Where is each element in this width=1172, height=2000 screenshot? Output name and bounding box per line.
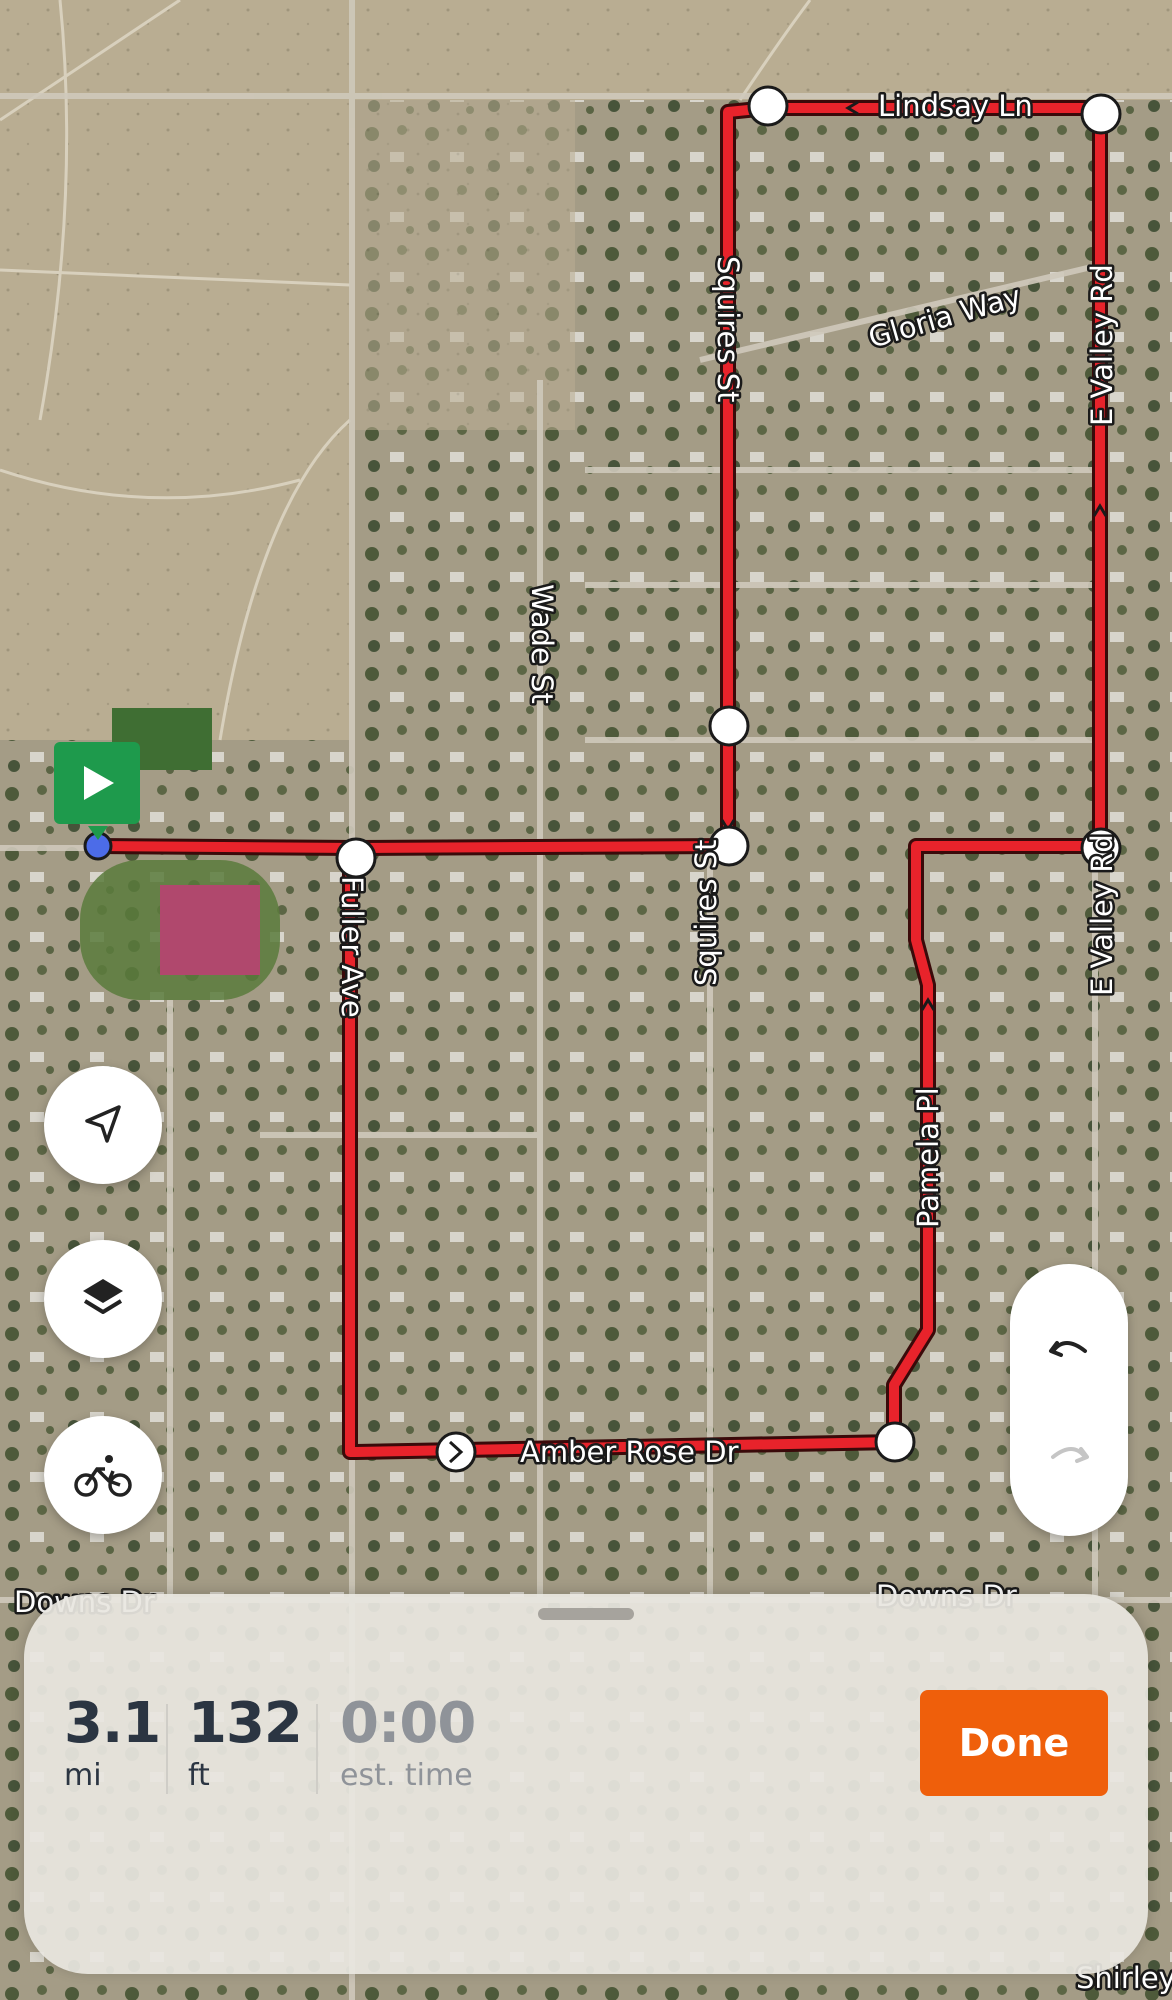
- street-label: Lindsay Ln: [878, 89, 1033, 123]
- street-label: Fuller Ave: [335, 876, 369, 1018]
- waypoint: [435, 1431, 477, 1473]
- street-label: E Valley Rd: [1085, 834, 1119, 996]
- redo-icon: [1051, 1447, 1089, 1463]
- distance-stat: 3.1 mi: [64, 1691, 161, 1794]
- waypoint: [335, 837, 377, 879]
- time-unit: est. time: [340, 1758, 473, 1793]
- undo-icon: [1049, 1341, 1087, 1357]
- map-layers-button[interactable]: [44, 1240, 162, 1358]
- layers-icon: [83, 1279, 123, 1314]
- street-label: Squires St: [689, 840, 723, 987]
- street-label: Wade St: [525, 584, 559, 704]
- waypoint: [747, 85, 789, 127]
- street-label: Squires St: [711, 256, 745, 403]
- street-label: E Valley Rd: [1085, 264, 1119, 426]
- redo-button[interactable]: [1010, 1394, 1128, 1512]
- route-summary-sheet[interactable]: 3.1 mi 132 ft 0:00 est. time Done: [24, 1594, 1148, 1974]
- elevation-value: 132: [188, 1691, 303, 1756]
- waypoint: [874, 1421, 916, 1463]
- sheet-drag-handle[interactable]: [538, 1608, 634, 1620]
- distance-value: 3.1: [64, 1691, 161, 1756]
- street-label: Amber Rose Dr: [520, 1435, 739, 1469]
- divider: [316, 1704, 318, 1794]
- activity-type-button[interactable]: [44, 1416, 162, 1534]
- undo-redo-control: [1010, 1264, 1128, 1536]
- elevation-unit: ft: [188, 1758, 210, 1793]
- elevation-stat: 132 ft: [188, 1691, 303, 1794]
- time-stat: 0:00 est. time: [340, 1691, 476, 1794]
- done-button[interactable]: Done: [920, 1690, 1108, 1796]
- bicycle-icon: [74, 1455, 132, 1497]
- waypoint: [708, 705, 750, 747]
- navigation-arrow-icon: [85, 1105, 121, 1143]
- divider: [166, 1704, 168, 1794]
- street-label: Pamela Pl: [911, 1087, 945, 1228]
- waypoint: [1080, 93, 1122, 135]
- distance-unit: mi: [64, 1758, 102, 1793]
- time-value: 0:00: [340, 1691, 476, 1756]
- locate-button[interactable]: [44, 1066, 162, 1184]
- undo-button[interactable]: [1010, 1288, 1128, 1406]
